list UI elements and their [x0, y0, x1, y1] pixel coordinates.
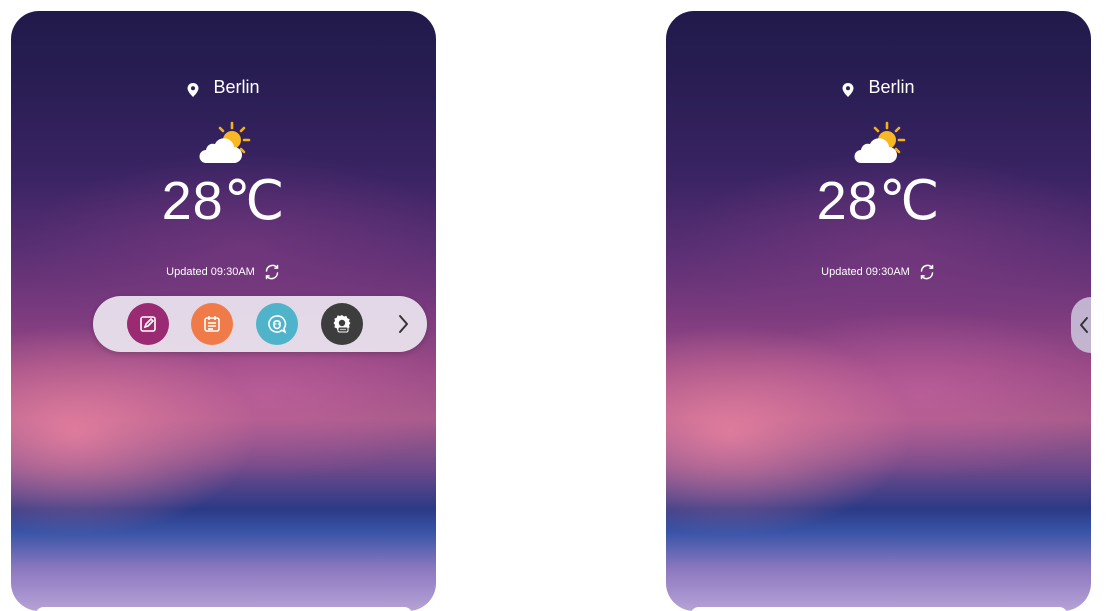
- temperature-unit: ℃: [223, 171, 286, 231]
- temperature: 28℃: [11, 171, 436, 231]
- temperature-value: 28: [816, 171, 879, 231]
- settings-app-icon[interactable]: [321, 303, 363, 345]
- updated-label: Updated 09:30AM: [821, 266, 910, 278]
- location-label: Berlin: [868, 77, 915, 97]
- chevron-right-icon[interactable]: [393, 310, 413, 338]
- temperature: 28℃: [666, 171, 1091, 231]
- temperature-value: 28: [161, 171, 224, 231]
- chevron-left-icon: [1080, 317, 1088, 333]
- partly-cloudy-icon: [851, 119, 907, 169]
- app-tray: [93, 296, 427, 352]
- refresh-icon[interactable]: [263, 263, 281, 281]
- calendar-icon: [204, 316, 220, 332]
- bottom-card: [690, 607, 1068, 611]
- assistant-app-icon[interactable]: [256, 303, 298, 345]
- refresh-icon[interactable]: [918, 263, 936, 281]
- assistant-icon: [268, 315, 287, 334]
- updated-status: Updated 09:30AM: [11, 263, 436, 281]
- settings-icon: [333, 315, 351, 333]
- location[interactable]: Berlin: [666, 77, 1091, 98]
- updated-label: Updated 09:30AM: [166, 266, 255, 278]
- updated-status: Updated 09:30AM: [666, 263, 1091, 281]
- location-pin-icon: [842, 81, 854, 97]
- location-pin-icon: [187, 81, 199, 97]
- tray-handle[interactable]: [1071, 297, 1091, 353]
- phone-screen-tray-collapsed: Berlin 28℃ Updated 09:30AM: [666, 11, 1091, 611]
- partly-cloudy-icon: [196, 119, 252, 169]
- location[interactable]: Berlin: [11, 77, 436, 98]
- temperature-unit: ℃: [878, 171, 941, 231]
- edit-icon: [140, 316, 156, 332]
- calendar-app-icon[interactable]: [191, 303, 233, 345]
- location-label: Berlin: [213, 77, 260, 97]
- notes-app-icon[interactable]: [127, 303, 169, 345]
- bottom-card: [35, 607, 413, 611]
- phone-screen-tray-open: Berlin 28℃ Updated 09:30AM: [11, 11, 436, 611]
